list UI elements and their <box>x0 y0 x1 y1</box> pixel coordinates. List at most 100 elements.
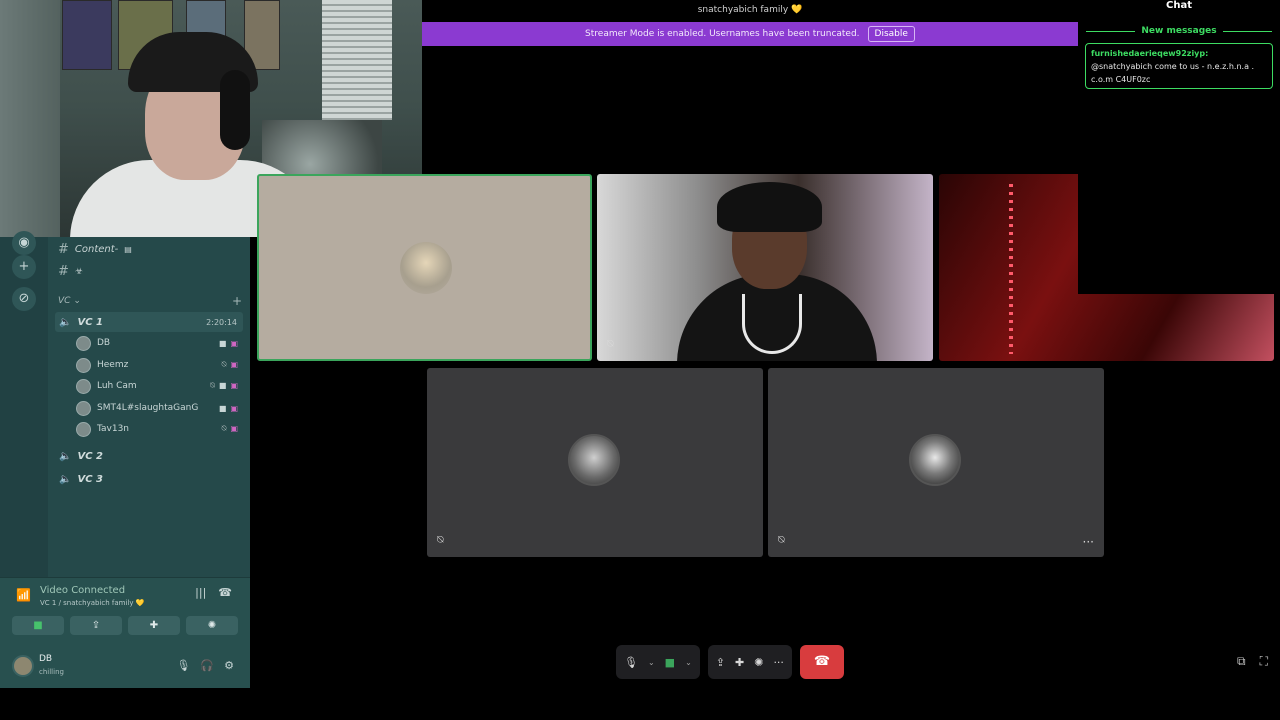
member-name: Luh Cam <box>97 381 137 391</box>
muted-mic-icon: ⍉ <box>210 381 215 390</box>
mic-camera-group: 🎙 ⌄ ■ ⌄ <box>616 645 700 679</box>
microphone-icon[interactable]: 🎙 <box>176 659 190 672</box>
voice-member[interactable]: SMT4L#slaughtaGanG ■ ▣ <box>76 399 242 417</box>
video-tile-avatar[interactable]: ⍉ ··· <box>768 368 1104 557</box>
voice-member[interactable]: Luh Cam ⍉ ■ ▣ <box>76 377 242 395</box>
chevron-down-icon[interactable]: ⌄ <box>685 658 692 667</box>
voice-channel-name: VC 3 <box>77 473 103 485</box>
avatar[interactable] <box>12 655 34 677</box>
disable-streamer-mode-button[interactable]: Disable <box>867 26 915 42</box>
signal-icon[interactable]: 📶 <box>16 588 31 602</box>
voice-member[interactable]: Tav13n ⍉ ▣ <box>76 420 242 438</box>
activities-icon[interactable]: ✚ <box>735 656 744 669</box>
avatar <box>568 434 620 486</box>
member-name: SMT4L#slaughtaGanG <box>97 403 199 413</box>
activities-button[interactable]: ✚ <box>128 616 180 635</box>
screen-share-button[interactable]: ⇪ <box>70 616 122 635</box>
call-duration: 2:20:14 <box>206 317 237 327</box>
add-server-icon[interactable]: + <box>12 255 36 279</box>
webcam-window-blinds <box>322 0 392 120</box>
camera-icon: ■ <box>218 338 227 348</box>
voice-panel-actions: ||| ☎ <box>195 586 232 599</box>
avatar <box>76 421 91 437</box>
avatar <box>76 357 91 373</box>
video-tile-speaking[interactable] <box>257 174 592 361</box>
muted-mic-icon: ⍉ <box>221 360 227 369</box>
avatar <box>76 400 91 416</box>
member-status-icons: ⍉ ■ ▣ <box>210 381 238 391</box>
hash-icon: # <box>58 264 69 279</box>
gear-icon[interactable]: ⚙ <box>224 659 234 672</box>
headphones-icon[interactable]: 🎧 <box>200 659 214 672</box>
voice-channel-vc3[interactable]: 🔈 VC 3 <box>55 469 243 489</box>
author-separator: : <box>1205 49 1209 58</box>
server-rail: ◉ + ⊘ <box>0 231 48 577</box>
camera-button[interactable]: ■ <box>12 616 64 635</box>
camera-icon: ■ <box>218 381 227 390</box>
activity-group: ⇪ ✚ ✺ ··· <box>707 645 792 679</box>
muted-mic-icon: ⍉ <box>221 424 227 433</box>
video-tile-camera[interactable]: ⍉ <box>597 174 933 361</box>
voice-channel-path[interactable]: VC 1 / snatchyabich family 💛 <box>40 599 144 607</box>
text-channel-2[interactable]: # ☣ <box>58 264 83 279</box>
noise-suppression-icon[interactable]: ||| <box>195 586 206 599</box>
voice-channel-name: VC 1 <box>77 316 103 328</box>
pop-out-icon[interactable]: ⧉ <box>1237 654 1246 669</box>
disconnect-icon[interactable]: ☎ <box>218 586 232 599</box>
add-channel-icon[interactable]: + <box>232 294 242 308</box>
voice-member[interactable]: DB ■ ▣ <box>76 334 242 352</box>
more-icon[interactable]: ··· <box>773 656 784 669</box>
soundboard-button[interactable]: ✺ <box>186 616 238 635</box>
channel-emoji-icon: ☣ <box>74 266 83 277</box>
voice-status[interactable]: Video Connected <box>40 585 125 596</box>
fullscreen-icon[interactable]: ⛶ <box>1260 654 1268 669</box>
message-author[interactable]: furnishedaerieqew92ziyp <box>1091 49 1205 58</box>
screen-share-icon[interactable]: ⇪ <box>716 656 725 669</box>
voice-channel-vc2[interactable]: 🔈 VC 2 <box>55 446 243 466</box>
live-stream-icon: ▣ <box>230 381 238 390</box>
webcam-poster <box>62 0 112 70</box>
member-status-icons: ■ ▣ <box>219 339 238 348</box>
camera-icon[interactable]: ■ <box>665 656 675 669</box>
live-stream-icon: ▣ <box>230 424 238 433</box>
streamer-mode-banner: Streamer Mode is enabled. Usernames have… <box>422 22 1078 46</box>
voice-action-buttons: ■ ⇪ ✚ ✺ <box>12 616 238 635</box>
voice-member[interactable]: Heemz ⍉ ▣ <box>76 356 242 374</box>
participant-hair <box>717 182 822 232</box>
member-status-icons: ■ ▣ <box>219 404 238 413</box>
text-channel-content[interactable]: # Content- ▤ <box>58 242 132 257</box>
chat-title: Chat <box>1166 0 1192 11</box>
member-name: DB <box>97 338 111 348</box>
webcam-person-headset <box>220 70 250 150</box>
speaker-icon: 🔈 <box>59 473 72 485</box>
username[interactable]: DB <box>39 654 52 664</box>
server-title: snatchyabich family 💛 <box>697 5 803 15</box>
voice-channel-vc1[interactable]: 🔈 VC 1 2:20:14 <box>55 312 243 332</box>
end-call-button[interactable]: ☎ <box>799 645 844 679</box>
more-options-icon[interactable]: ··· <box>1083 535 1094 549</box>
new-messages-label: New messages <box>1141 26 1217 36</box>
voice-category-header[interactable]: VC ⌄ + <box>58 294 242 308</box>
speaker-icon: 🔈 <box>59 450 72 462</box>
live-stream-icon: ▣ <box>230 403 238 413</box>
microphone-icon[interactable]: 🎙 <box>624 656 638 669</box>
new-messages-divider: New messages <box>1086 25 1273 37</box>
divider-line <box>1086 30 1136 32</box>
chat-overlay: Chat New messages furnishedaerieqew92ziy… <box>1078 0 1280 294</box>
voice-connected-panel: 📶 Video Connected VC 1 / snatchyabich fa… <box>0 577 250 688</box>
server-title-bar: snatchyabich family 💛 <box>422 0 1078 21</box>
muted-mic-icon: ⍉ <box>437 533 444 546</box>
chevron-down-icon[interactable]: ⌄ <box>648 658 655 667</box>
participant-chain <box>742 294 802 354</box>
soundboard-icon[interactable]: ✺ <box>754 656 763 669</box>
server-icon[interactable]: ◉ <box>12 231 36 255</box>
explore-servers-icon[interactable]: ⊘ <box>12 287 36 311</box>
member-status-icons: ⍉ ▣ <box>222 360 238 370</box>
divider-line <box>1222 30 1273 32</box>
hash-icon: # <box>58 242 69 257</box>
channel-emoji-icon: ▤ <box>124 245 132 254</box>
streamer-mode-text: Streamer Mode is enabled. Usernames have… <box>585 29 860 39</box>
chat-message[interactable]: furnishedaerieqew92ziyp: @snatchyabich c… <box>1085 43 1273 89</box>
video-tile-avatar[interactable]: ⍉ <box>427 368 763 557</box>
user-panel: DB chilling 🎙 🎧 ⚙ <box>12 653 238 681</box>
